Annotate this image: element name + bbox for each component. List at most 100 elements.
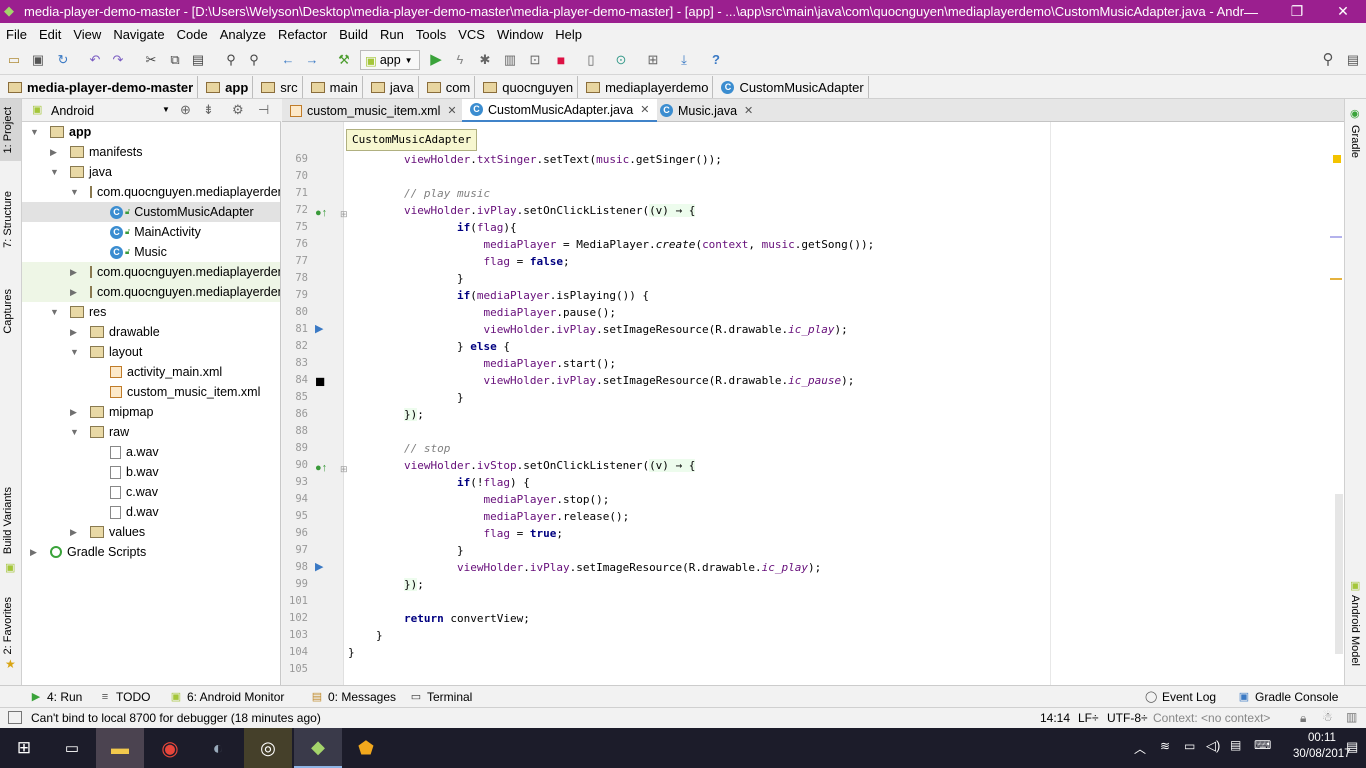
- replace-icon[interactable]: ⚲: [246, 52, 262, 68]
- toggle-tool-windows-icon[interactable]: [8, 711, 22, 724]
- copy-icon[interactable]: ⧉: [167, 52, 183, 68]
- file-encoding[interactable]: UTF-8÷: [1107, 711, 1148, 725]
- gradle-console-tool-button[interactable]: ▣ Gradle Console: [1238, 690, 1339, 704]
- sync-icon[interactable]: ↻: [55, 52, 71, 68]
- tree-item[interactable]: ▶ manifests: [22, 142, 280, 162]
- android-monitor-tool-button[interactable]: ▣ 6: Android Monitor: [170, 690, 285, 704]
- taskbar-file-explorer[interactable]: ▬: [96, 728, 144, 768]
- breadcrumb-item[interactable]: main: [303, 76, 363, 98]
- messages-tool-button[interactable]: ▤ 0: Messages: [311, 690, 396, 704]
- chevron-down-icon[interactable]: ▼: [162, 105, 170, 114]
- close-icon[interactable]: ✕: [744, 104, 753, 117]
- make-project-icon[interactable]: ⚒: [336, 52, 352, 68]
- tree-item[interactable]: ▼ app: [22, 122, 280, 142]
- menu-view[interactable]: View: [67, 27, 107, 42]
- language-icon[interactable]: ▤: [1230, 738, 1241, 752]
- terminal-tool-button[interactable]: ▭ Terminal: [410, 690, 473, 704]
- tree-item[interactable]: b.wav: [22, 462, 280, 482]
- color-preview-icon[interactable]: ■: [315, 372, 325, 392]
- chevron-right-icon[interactable]: ▶: [70, 287, 77, 298]
- tab-captures[interactable]: Captures: [2, 289, 14, 334]
- breadcrumb-item[interactable]: quocnguyen: [475, 76, 579, 98]
- close-icon[interactable]: ✕: [447, 104, 456, 117]
- tab-android-model[interactable]: Android Model: [1349, 595, 1361, 666]
- ide-settings-icon[interactable]: ▤: [1345, 52, 1361, 68]
- taskbar-chrome[interactable]: ◉: [146, 728, 194, 768]
- chevron-down-icon[interactable]: ▼: [70, 347, 79, 357]
- undo-icon[interactable]: ↶: [87, 52, 103, 68]
- stop-icon[interactable]: ■: [553, 52, 569, 68]
- tree-item[interactable]: ▶ com.quocnguyen.mediaplayerdemo: [22, 282, 280, 302]
- clock-time[interactable]: 00:11: [1308, 732, 1336, 744]
- chevron-down-icon[interactable]: ▼: [70, 427, 79, 437]
- chevron-down-icon[interactable]: ▼: [70, 187, 79, 197]
- menu-analyze[interactable]: Analyze: [214, 27, 272, 42]
- chevron-right-icon[interactable]: ▶: [50, 147, 57, 158]
- breadcrumb-item[interactable]: com: [419, 76, 476, 98]
- debug-icon[interactable]: ✱: [477, 52, 493, 68]
- project-view-selector[interactable]: Android: [51, 104, 94, 118]
- start-button[interactable]: ⊞: [0, 728, 48, 768]
- clock-date[interactable]: 30/08/2017: [1293, 748, 1351, 760]
- tab-build-variants[interactable]: Build Variants: [2, 487, 14, 554]
- restore-button[interactable]: ❐: [1274, 0, 1320, 23]
- line-separator[interactable]: LF÷: [1078, 711, 1099, 725]
- tree-item[interactable]: ▼ com.quocnguyen.mediaplayerdemo: [22, 182, 280, 202]
- chevron-down-icon[interactable]: ▼: [30, 127, 39, 137]
- tree-item[interactable]: ▼ java: [22, 162, 280, 182]
- forward-icon[interactable]: →: [304, 52, 320, 68]
- breadcrumb-item[interactable]: app: [198, 76, 254, 98]
- tree-item[interactable]: activity_main.xml: [22, 362, 280, 382]
- lock-icon[interactable]: 🔒︎: [1300, 711, 1306, 726]
- tree-item[interactable]: ▶ com.quocnguyen.mediaplayerdemo: [22, 262, 280, 282]
- breadcrumb-item[interactable]: C CustomMusicAdapter: [713, 76, 869, 98]
- save-icon[interactable]: ▣: [30, 52, 46, 68]
- breadcrumb-item[interactable]: mediaplayerdemo: [578, 76, 714, 98]
- close-button[interactable]: ✕: [1320, 0, 1366, 23]
- redo-icon[interactable]: ↷: [110, 52, 126, 68]
- run-config-select[interactable]: ▣ app ▼: [360, 50, 420, 70]
- override-marker-icon[interactable]: ●↑: [315, 462, 327, 474]
- keyboard-icon[interactable]: ⌨: [1254, 738, 1271, 752]
- search-everywhere-icon[interactable]: ⚲: [1320, 52, 1336, 68]
- tab-structure[interactable]: 7: Structure: [2, 191, 14, 248]
- chevron-right-icon[interactable]: ▶: [70, 267, 77, 278]
- tree-item[interactable]: a.wav: [22, 442, 280, 462]
- avd-manager-icon[interactable]: ▯: [583, 52, 599, 68]
- event-log-tool-button[interactable]: ◯ Event Log: [1145, 690, 1216, 704]
- menu-window[interactable]: Window: [491, 27, 549, 42]
- menu-vcs[interactable]: VCS: [452, 27, 491, 42]
- scroll-from-source-icon[interactable]: ⊕: [180, 102, 191, 118]
- chevron-down-icon[interactable]: ▼: [50, 307, 59, 317]
- attach-debugger-icon[interactable]: ⊡: [527, 52, 543, 68]
- chevron-up-icon[interactable]: ︿: [1134, 740, 1146, 757]
- breadcrumb-item[interactable]: java: [363, 76, 419, 98]
- bookmark-marker-icon[interactable]: ▶: [315, 560, 323, 573]
- breadcrumb-item[interactable]: src: [253, 76, 303, 98]
- tree-item[interactable]: c.wav: [22, 482, 280, 502]
- taskbar-steam[interactable]: ◎: [244, 728, 292, 768]
- tab-favorites[interactable]: 2: Favorites: [2, 597, 14, 654]
- chevron-right-icon[interactable]: ▶: [30, 547, 37, 558]
- taskbar-app[interactable]: ◐: [194, 728, 242, 768]
- status-message[interactable]: Can't bind to local 8700 for debugger (1…: [31, 711, 321, 725]
- back-icon[interactable]: ←: [280, 52, 296, 68]
- menu-run[interactable]: Run: [374, 27, 410, 42]
- sync-gradle-icon[interactable]: ⊙: [613, 52, 629, 68]
- help-icon[interactable]: ?: [708, 52, 724, 68]
- inspector-icon[interactable]: ☃: [1322, 710, 1333, 724]
- find-icon[interactable]: ⚲: [223, 52, 239, 68]
- taskbar-android-studio[interactable]: ◆: [294, 728, 342, 768]
- battery-icon[interactable]: ▭: [1184, 739, 1195, 753]
- volume-icon[interactable]: ◁): [1206, 738, 1220, 754]
- tree-item[interactable]: ▶ drawable: [22, 322, 280, 342]
- warning-marker[interactable]: [1333, 155, 1341, 163]
- chevron-right-icon[interactable]: ▶: [70, 407, 77, 418]
- tab-project[interactable]: 1: Project: [2, 107, 14, 153]
- menu-navigate[interactable]: Navigate: [107, 27, 170, 42]
- editor-scrollbar[interactable]: [1335, 494, 1343, 654]
- open-folder-icon[interactable]: ▭: [6, 52, 22, 68]
- tree-item[interactable]: ▶ Gradle Scripts: [22, 542, 280, 562]
- tree-item[interactable]: custom_music_item.xml: [22, 382, 280, 402]
- caret-position[interactable]: 14:14: [1040, 711, 1070, 725]
